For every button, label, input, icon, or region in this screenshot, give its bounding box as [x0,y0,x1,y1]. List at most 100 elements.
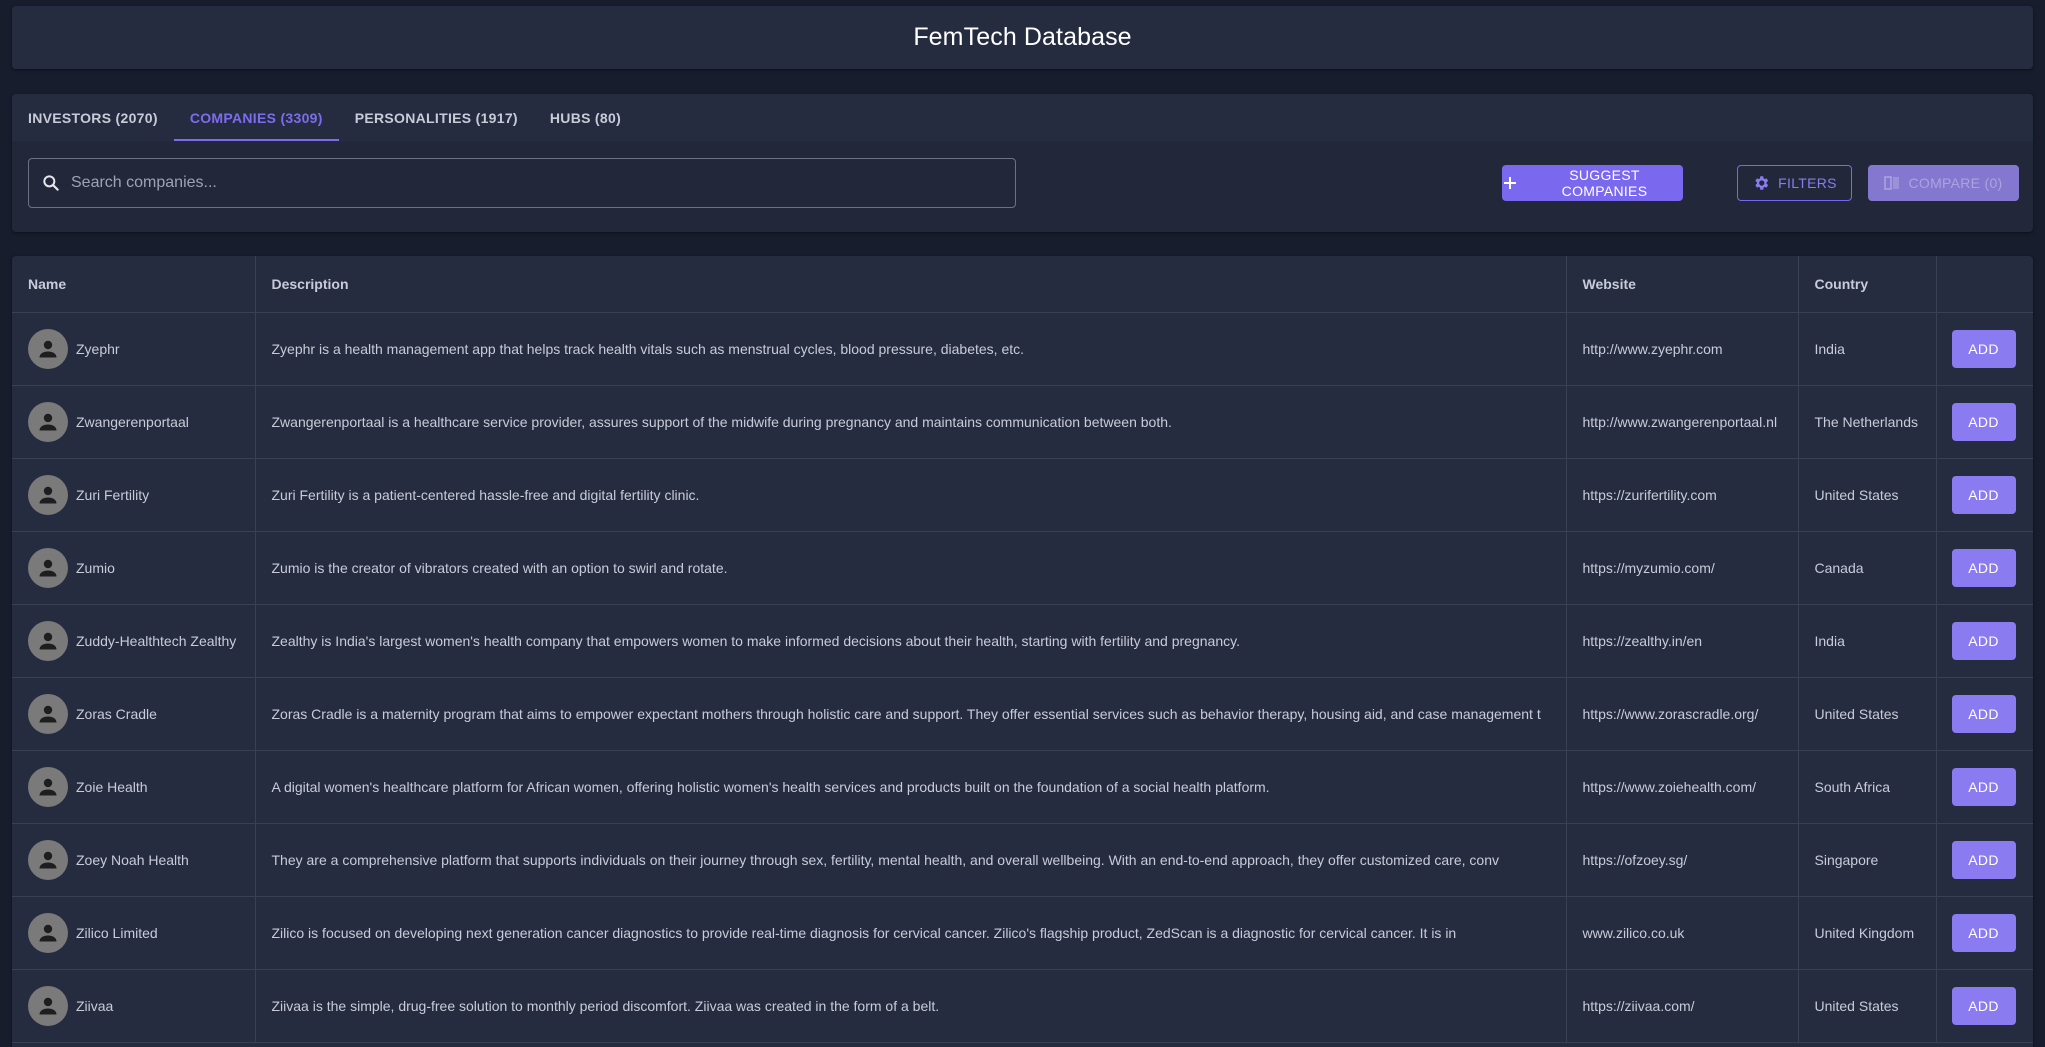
name-cell: Zoras Cradle [12,677,256,751]
actions-cell: ADD [1936,823,2033,897]
table-header-row: Name Description Website Country [12,256,2033,313]
company-website: https://www.zorascradle.org/ [1566,677,1799,751]
name-cell: Zuddy-Healthtech Zealthy [12,604,256,678]
actions-cell: ADD [1936,312,2033,386]
company-country: Singapore [1798,823,1937,897]
company-description: Zilico is focused on developing next gen… [255,896,1567,970]
company-name: Zoey Noah Health [76,851,189,868]
company-country: India [1798,604,1937,678]
table-row[interactable]: Zoras Cradle Zoras Cradle is a maternity … [12,677,2033,751]
company-name: Zyephr [76,340,120,357]
company-website: https://zurifertility.com [1566,458,1799,532]
avatar [28,693,68,734]
name-cell: Zumio [12,531,256,605]
table-row[interactable]: Zuddy-Healthtech Zealthy Zealthy is India… [12,604,2033,678]
column-header-name[interactable]: Name [12,256,256,313]
controls-panel: INVESTORS (2070) COMPANIES (3309) PERSON… [12,94,2033,232]
company-name: Zuri Fertility [76,486,150,503]
company-website: https://ofzoey.sg/ [1566,823,1799,897]
table-row[interactable]: Zyephr Zyephr is a health management app … [12,312,2033,386]
company-website: https://www.zoiehealth.com/ [1566,750,1799,824]
person-icon [39,924,57,941]
add-button[interactable]: ADD [1951,986,2016,1025]
avatar [28,912,68,953]
person-icon [39,413,57,430]
tab-companies[interactable]: COMPANIES (3309) [173,94,339,141]
company-description: Zwangerenportaal is a healthcare service… [255,385,1567,459]
company-description: Zuri Fertility is a patient-centered has… [255,458,1567,532]
search-icon [43,175,59,191]
suggest-companies-button[interactable]: SUGGEST COMPANIES [1502,165,1683,201]
avatar [28,839,68,880]
compare-label: COMPARE (0) [1908,175,2003,191]
column-header-description[interactable]: Description [255,256,1567,313]
company-description: Zoras Cradle is a maternity program that… [255,677,1567,751]
tab-personalities[interactable]: PERSONALITIES (1917) [339,94,534,141]
actions-cell: ADD [1936,750,2033,824]
actions-cell: ADD [1936,969,2033,1043]
company-website: www.zilico.co.uk [1566,896,1799,970]
column-header-country[interactable]: Country [1798,256,1937,313]
company-description: Ziivaa is the simple, drug-free solution… [255,969,1567,1043]
avatar [28,474,68,515]
name-cell: Ziivaa [12,969,256,1043]
search-input[interactable] [71,159,1015,207]
table-row[interactable]: Zuri Fertility Zuri Fertility is a patien… [12,458,2033,532]
person-icon [39,632,57,649]
name-cell: Zilico Limited [12,896,256,970]
add-button[interactable]: ADD [1951,694,2016,733]
name-cell: Zoie Health [12,750,256,824]
add-button[interactable]: ADD [1951,329,2016,368]
company-name: Zoie Health [76,778,148,795]
companies-table: Name Description Website Country Zyephr Z… [12,256,2033,1047]
avatar [28,985,68,1026]
add-button[interactable]: ADD [1951,475,2016,514]
table-row[interactable]: Ziivaa Ziivaa is the simple, drug-free so… [12,969,2033,1043]
name-cell: Zwangerenportaal [12,385,256,459]
company-description: Zyephr is a health management app that h… [255,312,1567,386]
company-website: https://myzumio.com/ [1566,531,1799,605]
company-name: Zilico Limited [76,924,158,941]
filters-button[interactable]: FILTERS [1737,165,1852,201]
add-button[interactable]: ADD [1951,767,2016,806]
table-row[interactable]: Zilico Limited Zilico is focused on devel… [12,896,2033,970]
person-icon [39,559,57,576]
company-description: A digital women's healthcare platform fo… [255,750,1567,824]
compare-icon [1884,176,1900,190]
add-button[interactable]: ADD [1951,402,2016,441]
table-row[interactable]: Zoie Health A digital women's healthcare … [12,750,2033,824]
actions-cell: ADD [1936,677,2033,751]
page-title: FemTech Database [913,23,1132,51]
tab-bar: INVESTORS (2070) COMPANIES (3309) PERSON… [12,94,2033,141]
tab-investors[interactable]: INVESTORS (2070) [12,94,174,141]
add-button[interactable]: ADD [1951,621,2016,660]
avatar [28,401,68,442]
avatar [28,547,68,588]
company-country: India [1798,312,1937,386]
add-button[interactable]: ADD [1951,840,2016,879]
tab-hubs[interactable]: HUBS (80) [534,94,637,141]
company-description: Zealthy is India's largest women's healt… [255,604,1567,678]
filters-label: FILTERS [1778,175,1837,191]
add-button[interactable]: ADD [1951,913,2016,952]
company-name: Zwangerenportaal [76,413,189,430]
person-icon [39,340,57,357]
actions-cell: ADD [1936,385,2033,459]
column-header-website[interactable]: Website [1566,256,1799,313]
compare-button[interactable]: COMPARE (0) [1868,165,2019,201]
company-website: https://zealthy.in/en [1566,604,1799,678]
search-box [28,158,1016,208]
suggest-companies-label: SUGGEST COMPANIES [1561,167,1648,199]
person-icon [39,705,57,722]
person-icon [39,851,57,868]
toolbar: SUGGEST COMPANIES FILTERS COMPARE (0) [12,141,2033,232]
table-row[interactable]: Zumio Zumio is the creator of vibrators c… [12,531,2033,605]
table-row[interactable]: Zwangerenportaal Zwangerenportaal is a he… [12,385,2033,459]
gear-icon [1755,176,1769,190]
company-country: United States [1798,969,1937,1043]
avatar [28,620,68,661]
company-country: South Africa [1798,750,1937,824]
table-row[interactable]: Zoey Noah Health They are a comprehensive… [12,823,2033,897]
add-button[interactable]: ADD [1951,548,2016,587]
company-website: http://www.zwangerenportaal.nl [1566,385,1799,459]
